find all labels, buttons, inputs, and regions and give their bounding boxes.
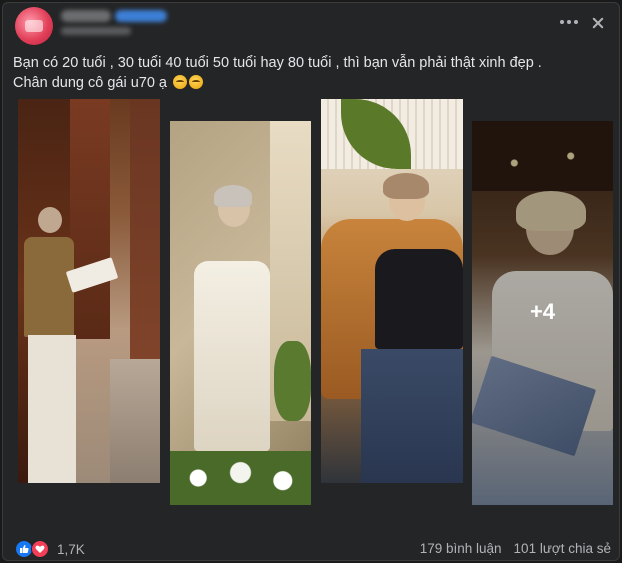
blurred-author-name-link[interactable] — [115, 10, 167, 22]
person-vest — [24, 237, 74, 337]
grinning-face-icon — [173, 75, 188, 89]
person-trousers — [28, 335, 76, 483]
bookshelf — [70, 99, 110, 339]
person-hair — [383, 173, 429, 199]
post-photo-3[interactable] — [321, 99, 463, 483]
grinning-face-icon — [189, 75, 204, 89]
flowers — [170, 451, 311, 505]
person-hair — [214, 185, 252, 207]
avatar-logo — [25, 20, 43, 32]
person-head — [38, 207, 62, 233]
post-photo-2[interactable] — [170, 121, 311, 505]
post-text-line-1: Bạn có 20 tuổi , 30 tuổi 40 tuổi 50 tuổi… — [13, 55, 542, 71]
page-avatar[interactable] — [15, 7, 53, 45]
share-count-link[interactable]: 101 lượt chia sẻ — [514, 541, 611, 556]
post-text-line-2: Chân dung cô gái u70 ạ — [13, 75, 167, 91]
post-text-line-2-wrap: Chân dung cô gái u70 ạ — [13, 73, 603, 93]
more-options-button[interactable] — [558, 17, 580, 27]
post-card: Bạn có 20 tuổi , 30 tuổi 40 tuổi 50 tuổi… — [2, 2, 620, 561]
reaction-count: 1,7K — [57, 541, 85, 557]
black-top — [375, 249, 463, 349]
blurred-author-name[interactable] — [61, 10, 111, 22]
floor — [110, 359, 160, 483]
comment-count-link[interactable]: 179 bình luận — [420, 541, 502, 556]
reactions-summary[interactable]: 1,7K — [15, 540, 85, 558]
post-text: Bạn có 20 tuổi , 30 tuổi 40 tuổi 50 tuổi… — [13, 53, 603, 93]
post-photo-4[interactable]: +4 — [472, 121, 613, 505]
dot-icon — [567, 20, 571, 24]
more-photos-count: +4 — [529, 299, 556, 324]
post-stats: 179 bình luận 101 lượt chia sẻ — [420, 541, 611, 556]
post-photo-1[interactable] — [18, 99, 160, 483]
blurred-post-meta — [61, 27, 131, 35]
heart-icon — [31, 540, 49, 558]
close-icon[interactable] — [588, 13, 608, 33]
plant — [274, 341, 311, 421]
dot-icon — [574, 20, 578, 24]
jeans — [361, 349, 463, 483]
dot-icon — [560, 20, 564, 24]
white-dress — [194, 261, 270, 451]
